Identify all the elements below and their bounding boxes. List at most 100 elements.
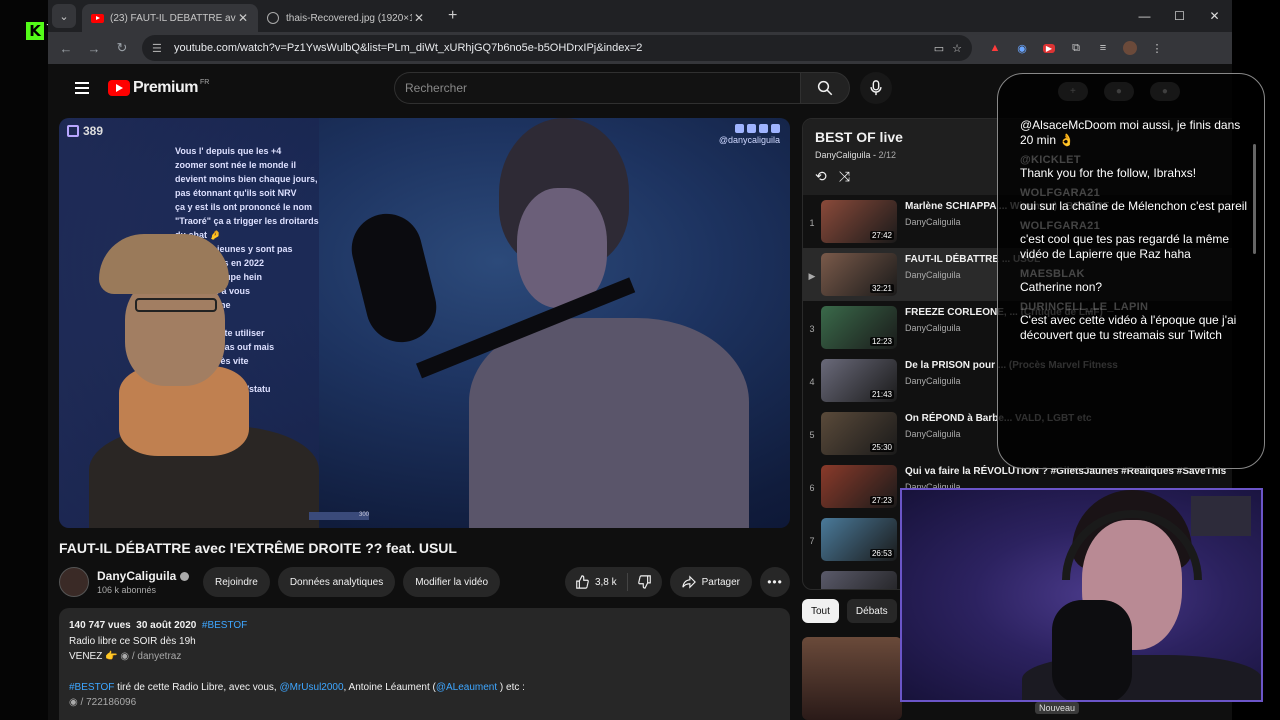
voice-search-button[interactable]: [860, 72, 892, 104]
playlist-item-thumbnail: 27:42: [821, 200, 897, 243]
tab-title: (23) FAUT-IL DÉBATTRE avec l'EX: [110, 12, 236, 24]
chat-message: @AlsaceMcDoom moi aussi, je finis dans 2…: [1020, 118, 1241, 147]
cast-icon[interactable]: ▭: [934, 42, 944, 55]
menu-icon[interactable]: [62, 68, 102, 108]
viewer-count: 389: [83, 124, 104, 138]
search-box: [394, 72, 892, 104]
duration-badge: 21:43: [869, 390, 894, 399]
mention-link[interactable]: @ALeaument: [436, 682, 497, 693]
hashtag-link[interactable]: #BESTOF: [202, 620, 247, 631]
profile-avatar-icon[interactable]: [1121, 39, 1139, 57]
channel-link-chip[interactable]: ◉ / danyetraz: [120, 651, 181, 662]
playlist-item-thumbnail: 25:30: [821, 412, 897, 455]
stream-left-strip: K 79: [0, 0, 64, 720]
analytics-button[interactable]: Données analytiques: [277, 567, 396, 597]
playlist-item-thumbnail: [821, 571, 897, 589]
duration-badge: 25:30: [869, 443, 894, 452]
duration-badge: 32:21: [869, 284, 894, 293]
streamer-figure: [469, 118, 749, 528]
new-tab-icon[interactable]: +: [448, 7, 457, 25]
description-meta: 140 747 vues 30 août 2020 #BESTOF: [69, 620, 248, 631]
like-count: 3,8 k: [594, 576, 617, 588]
more-actions-button[interactable]: •••: [760, 567, 790, 597]
extensions-area: ▲ ◉ ▶ ⧉ ≡ ⋮: [986, 39, 1166, 57]
chat-scrollbar[interactable]: [1253, 144, 1256, 254]
media-control-icon[interactable]: ≡: [1094, 39, 1112, 57]
webcam-overlay: [900, 488, 1263, 702]
external-link-chip[interactable]: ◉ / 722186096: [69, 697, 136, 708]
close-window-icon[interactable]: ✕: [1197, 0, 1232, 32]
duration-badge: 27:23: [869, 496, 894, 505]
video-player[interactable]: 389 Vous l' depuis que les +4 zoomer sont…: [59, 118, 790, 528]
forward-icon[interactable]: →: [80, 34, 108, 62]
audio-extension-icon[interactable]: ◉: [1013, 39, 1031, 57]
chat-message: Catherine non?: [1020, 280, 1103, 294]
hashtag-link[interactable]: #BESTOF: [69, 682, 114, 693]
playlist-item-index: ▶: [808, 271, 816, 281]
reload-icon[interactable]: ↻: [108, 34, 136, 62]
youtube-icon: [90, 11, 104, 25]
puzzle-extensions-icon[interactable]: ⧉: [1067, 39, 1085, 57]
join-button[interactable]: Rejoindre: [203, 567, 270, 597]
tab-youtube[interactable]: (23) FAUT-IL DÉBATTRE avec l'EX ✕: [82, 4, 258, 32]
playlist-item-thumbnail: 21:43: [821, 359, 897, 402]
playlist-item-index: 3: [809, 324, 815, 334]
overlay-progress-label: 300: [309, 512, 369, 520]
shuffle-icon[interactable]: ⤨: [839, 168, 850, 185]
thumbs-up-icon: [576, 575, 589, 589]
description-box[interactable]: 140 747 vues 30 août 2020 #BESTOF Radio …: [59, 608, 790, 720]
channel-avatar[interactable]: [59, 567, 89, 597]
address-bar[interactable]: ☰ youtube.com/watch?v=Pz1YwsWulbQ&list=P…: [142, 35, 972, 61]
like-button[interactable]: 3,8 k: [565, 573, 628, 591]
tab-search-chevron-icon[interactable]: ⌄: [52, 4, 76, 28]
microphone-icon: [870, 80, 882, 96]
duration-badge: 27:42: [869, 231, 894, 240]
share-icon: [681, 575, 696, 589]
search-input[interactable]: [394, 72, 800, 104]
tab-title: thais-Recovered.jpg (1920×1080): [286, 12, 412, 24]
playlist-item-index: 6: [809, 483, 815, 493]
video-extension-icon[interactable]: ▶: [1040, 39, 1058, 57]
back-icon[interactable]: ←: [52, 34, 80, 62]
dislike-button[interactable]: [628, 575, 662, 589]
maximize-icon[interactable]: ☐: [1162, 0, 1197, 32]
chat-message: oui sur la chaîne de Mélenchon c'est par…: [1020, 199, 1248, 213]
loop-icon[interactable]: ⟲: [815, 168, 827, 185]
recommended-video-thumbnail[interactable]: [802, 637, 902, 720]
overlay-chat-line: pas étonnant qu'ils soit NRV: [175, 188, 297, 198]
edit-video-button[interactable]: Modifier la vidéo: [403, 567, 501, 597]
youtube-logo[interactable]: Premium FR: [108, 79, 209, 97]
share-button[interactable]: Partager: [669, 567, 752, 597]
playlist-item-index: 7: [809, 536, 815, 546]
mention-link[interactable]: @MrUsul2000: [279, 682, 343, 693]
close-tab-icon[interactable]: ✕: [236, 11, 250, 25]
chip-debates[interactable]: Débats: [846, 599, 897, 623]
studio-microphone: [344, 206, 636, 379]
close-tab-icon[interactable]: ✕: [412, 11, 426, 25]
recommendation-chips: Tout Débats: [802, 599, 897, 623]
description-line: VENEZ 👉 ◉ / danyetraz: [69, 651, 182, 662]
overlay-chat-line: Vous l' depuis que les +4: [175, 146, 282, 156]
search-button[interactable]: [800, 72, 850, 104]
browser-menu-icon[interactable]: ⋮: [1148, 39, 1166, 57]
playlist-item-index: 5: [809, 430, 815, 440]
pdf-extension-icon[interactable]: ▲: [986, 39, 1004, 57]
stream-chat-popup: + ● ● @AlsaceMcDoom moi aussi, je finis da…: [997, 73, 1265, 469]
window-controls: — ☐ ✕: [1127, 0, 1232, 32]
social-handle-text: @danycaliguila: [718, 135, 780, 145]
globe-icon: [266, 11, 280, 25]
channel-name[interactable]: DanyCaliguila: [97, 569, 193, 583]
site-info-icon[interactable]: ☰: [152, 42, 166, 55]
verified-icon: [180, 571, 190, 581]
bookmark-star-icon[interactable]: ☆: [952, 42, 962, 55]
playlist-item-thumbnail: 27:23: [821, 465, 897, 508]
tab-image[interactable]: thais-Recovered.jpg (1920×1080) ✕: [258, 4, 434, 32]
youtube-brand-label: Premium: [133, 79, 198, 96]
viewer-count-badge: 389: [67, 124, 103, 138]
chip-all[interactable]: Tout: [802, 599, 839, 623]
chat-messages: @AlsaceMcDoom moi aussi, je finis dans 2…: [1020, 118, 1252, 343]
chat-ghost-toolbar: + ● ●: [1058, 82, 1180, 101]
minimize-icon[interactable]: —: [1127, 0, 1162, 32]
playlist-item-thumbnail: 12:23: [821, 306, 897, 349]
channel-info: DanyCaliguila 106 k abonnés: [97, 569, 193, 595]
